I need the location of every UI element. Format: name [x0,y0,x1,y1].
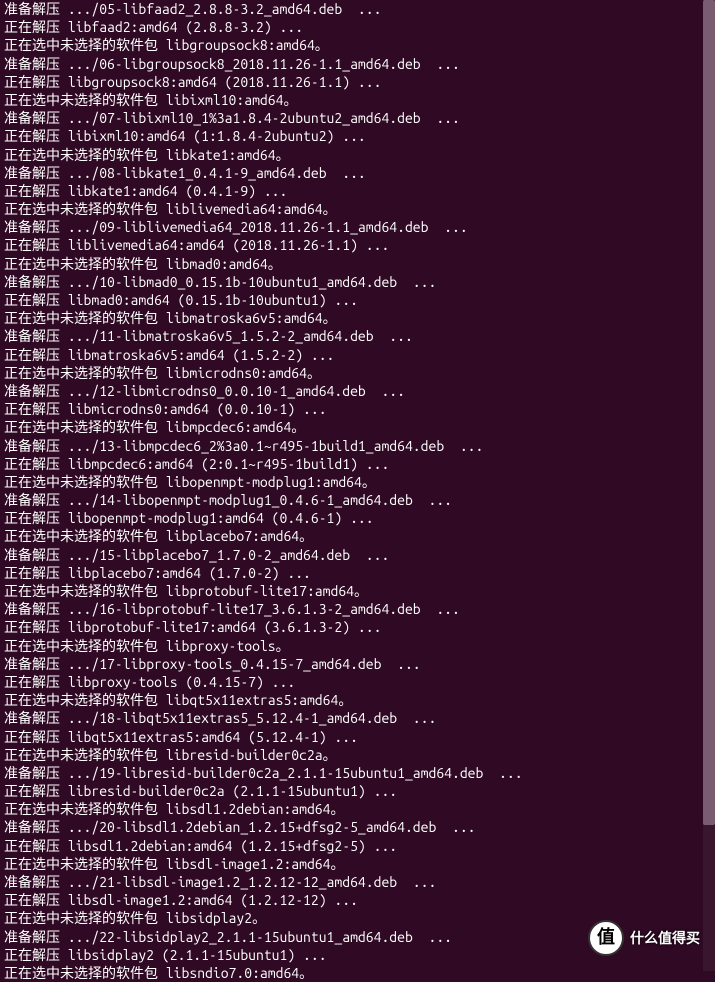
terminal-line: 准备解压 .../16-libprotobuf-lite17_3.6.1.3-2… [4,600,711,618]
terminal-line: 正在解压 libmpcdec6:amd64 (2:0.1~r495-1build… [4,455,711,473]
scrollbar-thumb[interactable] [703,0,715,825]
terminal-line: 准备解压 .../18-libqt5x11extras5_5.12.4-1_am… [4,709,711,727]
terminal-line: 正在选中未选择的软件包 libsdl1.2debian:amd64。 [4,800,711,818]
terminal-line: 准备解压 .../08-libkate1_0.4.1-9_amd64.deb .… [4,164,711,182]
terminal-line: 正在选中未选择的软件包 libopenmpt-modplug1:amd64。 [4,473,711,491]
terminal-line: 正在选中未选择的软件包 libmad0:amd64。 [4,255,711,273]
terminal-line: 正在解压 libgroupsock8:amd64 (2018.11.26-1.1… [4,73,711,91]
terminal-line: 正在选中未选择的软件包 libixml10:amd64。 [4,91,711,109]
terminal-line: 正在选中未选择的软件包 libmpcdec6:amd64。 [4,418,711,436]
terminal-line: 正在选中未选择的软件包 libsndio7.0:amd64。 [4,964,711,982]
terminal-line: 准备解压 .../10-libmad0_0.15.1b-10ubuntu1_am… [4,273,711,291]
terminal-line: 正在解压 libmicrodns0:amd64 (0.0.10-1) ... [4,400,711,418]
terminal-line: 正在解压 libqt5x11extras5:amd64 (5.12.4-1) .… [4,728,711,746]
terminal-line: 正在解压 libsdl-image1.2:amd64 (1.2.12-12) .… [4,891,711,909]
terminal-line: 正在选中未选择的软件包 libresid-builder0c2a。 [4,746,711,764]
terminal-line: 正在解压 libproxy-tools (0.4.15-7) ... [4,673,711,691]
terminal-line: 准备解压 .../14-libopenmpt-modplug1_0.4.6-1_… [4,491,711,509]
terminal-line: 正在解压 libresid-builder0c2a (2.1.1-15ubunt… [4,782,711,800]
terminal-line: 正在选中未选择的软件包 libprotobuf-lite17:amd64。 [4,582,711,600]
terminal-line: 准备解压 .../13-libmpcdec6_2%3a0.1~r495-1bui… [4,437,711,455]
terminal-line: 准备解压 .../20-libsdl1.2debian_1.2.15+dfsg2… [4,818,711,836]
terminal-line: 准备解压 .../12-libmicrodns0_0.0.10-1_amd64.… [4,382,711,400]
terminal-line: 正在解压 libsdl1.2debian:amd64 (1.2.15+dfsg2… [4,837,711,855]
terminal-line: 正在选中未选择的软件包 libplacebo7:amd64。 [4,527,711,545]
terminal-line: 正在选中未选择的软件包 libsdl-image1.2:amd64。 [4,855,711,873]
terminal-line: 准备解压 .../05-libfaad2_2.8.8-3.2_amd64.deb… [4,0,711,18]
terminal-line: 正在选中未选择的软件包 libkate1:amd64。 [4,146,711,164]
terminal-line: 正在解压 libprotobuf-lite17:amd64 (3.6.1.3-2… [4,618,711,636]
terminal-line: 正在解压 libopenmpt-modplug1:amd64 (0.4.6-1)… [4,509,711,527]
terminal-line: 准备解压 .../07-libixml10_1%3a1.8.4-2ubuntu2… [4,109,711,127]
terminal-line: 正在解压 libmad0:amd64 (0.15.1b-10ubuntu1) .… [4,291,711,309]
watermark-text: 什么值得买 [630,929,700,947]
terminal-line: 正在解压 libkate1:amd64 (0.4.1-9) ... [4,182,711,200]
terminal-line: 正在解压 libfaad2:amd64 (2.8.8-3.2) ... [4,18,711,36]
terminal-line: 准备解压 .../15-libplacebo7_1.7.0-2_amd64.de… [4,546,711,564]
scrollbar-track[interactable] [703,0,715,971]
terminal-line: 正在选中未选择的软件包 libqt5x11extras5:amd64。 [4,691,711,709]
watermark-badge-icon: 值 [588,920,624,956]
terminal-line: 准备解压 .../19-libresid-builder0c2a_2.1.1-1… [4,764,711,782]
terminal-line: 准备解压 .../17-libproxy-tools_0.4.15-7_amd6… [4,655,711,673]
terminal-line: 正在选中未选择的软件包 libmatroska6v5:amd64。 [4,309,711,327]
watermark: 值 什么值得买 [588,920,700,956]
terminal-line: 正在解压 liblivemedia64:amd64 (2018.11.26-1.… [4,236,711,254]
terminal-line: 正在解压 libmatroska6v5:amd64 (1.5.2-2) ... [4,346,711,364]
terminal-line: 正在解压 libplacebo7:amd64 (1.7.0-2) ... [4,564,711,582]
terminal-line: 正在选中未选择的软件包 libproxy-tools。 [4,637,711,655]
terminal-line: 正在选中未选择的软件包 libgroupsock8:amd64。 [4,36,711,54]
terminal-line: 准备解压 .../06-libgroupsock8_2018.11.26-1.1… [4,55,711,73]
terminal-line: 正在选中未选择的软件包 liblivemedia64:amd64。 [4,200,711,218]
terminal-line: 正在解压 libixml10:amd64 (1:1.8.4-2ubuntu2) … [4,127,711,145]
terminal-line: 正在选中未选择的软件包 libmicrodns0:amd64。 [4,364,711,382]
terminal-line: 准备解压 .../09-liblivemedia64_2018.11.26-1.… [4,218,711,236]
terminal-line: 准备解压 .../11-libmatroska6v5_1.5.2-2_amd64… [4,327,711,345]
terminal-output: 准备解压 .../05-libfaad2_2.8.8-3.2_amd64.deb… [4,0,711,982]
terminal-line: 准备解压 .../21-libsdl-image1.2_1.2.12-12_am… [4,873,711,891]
